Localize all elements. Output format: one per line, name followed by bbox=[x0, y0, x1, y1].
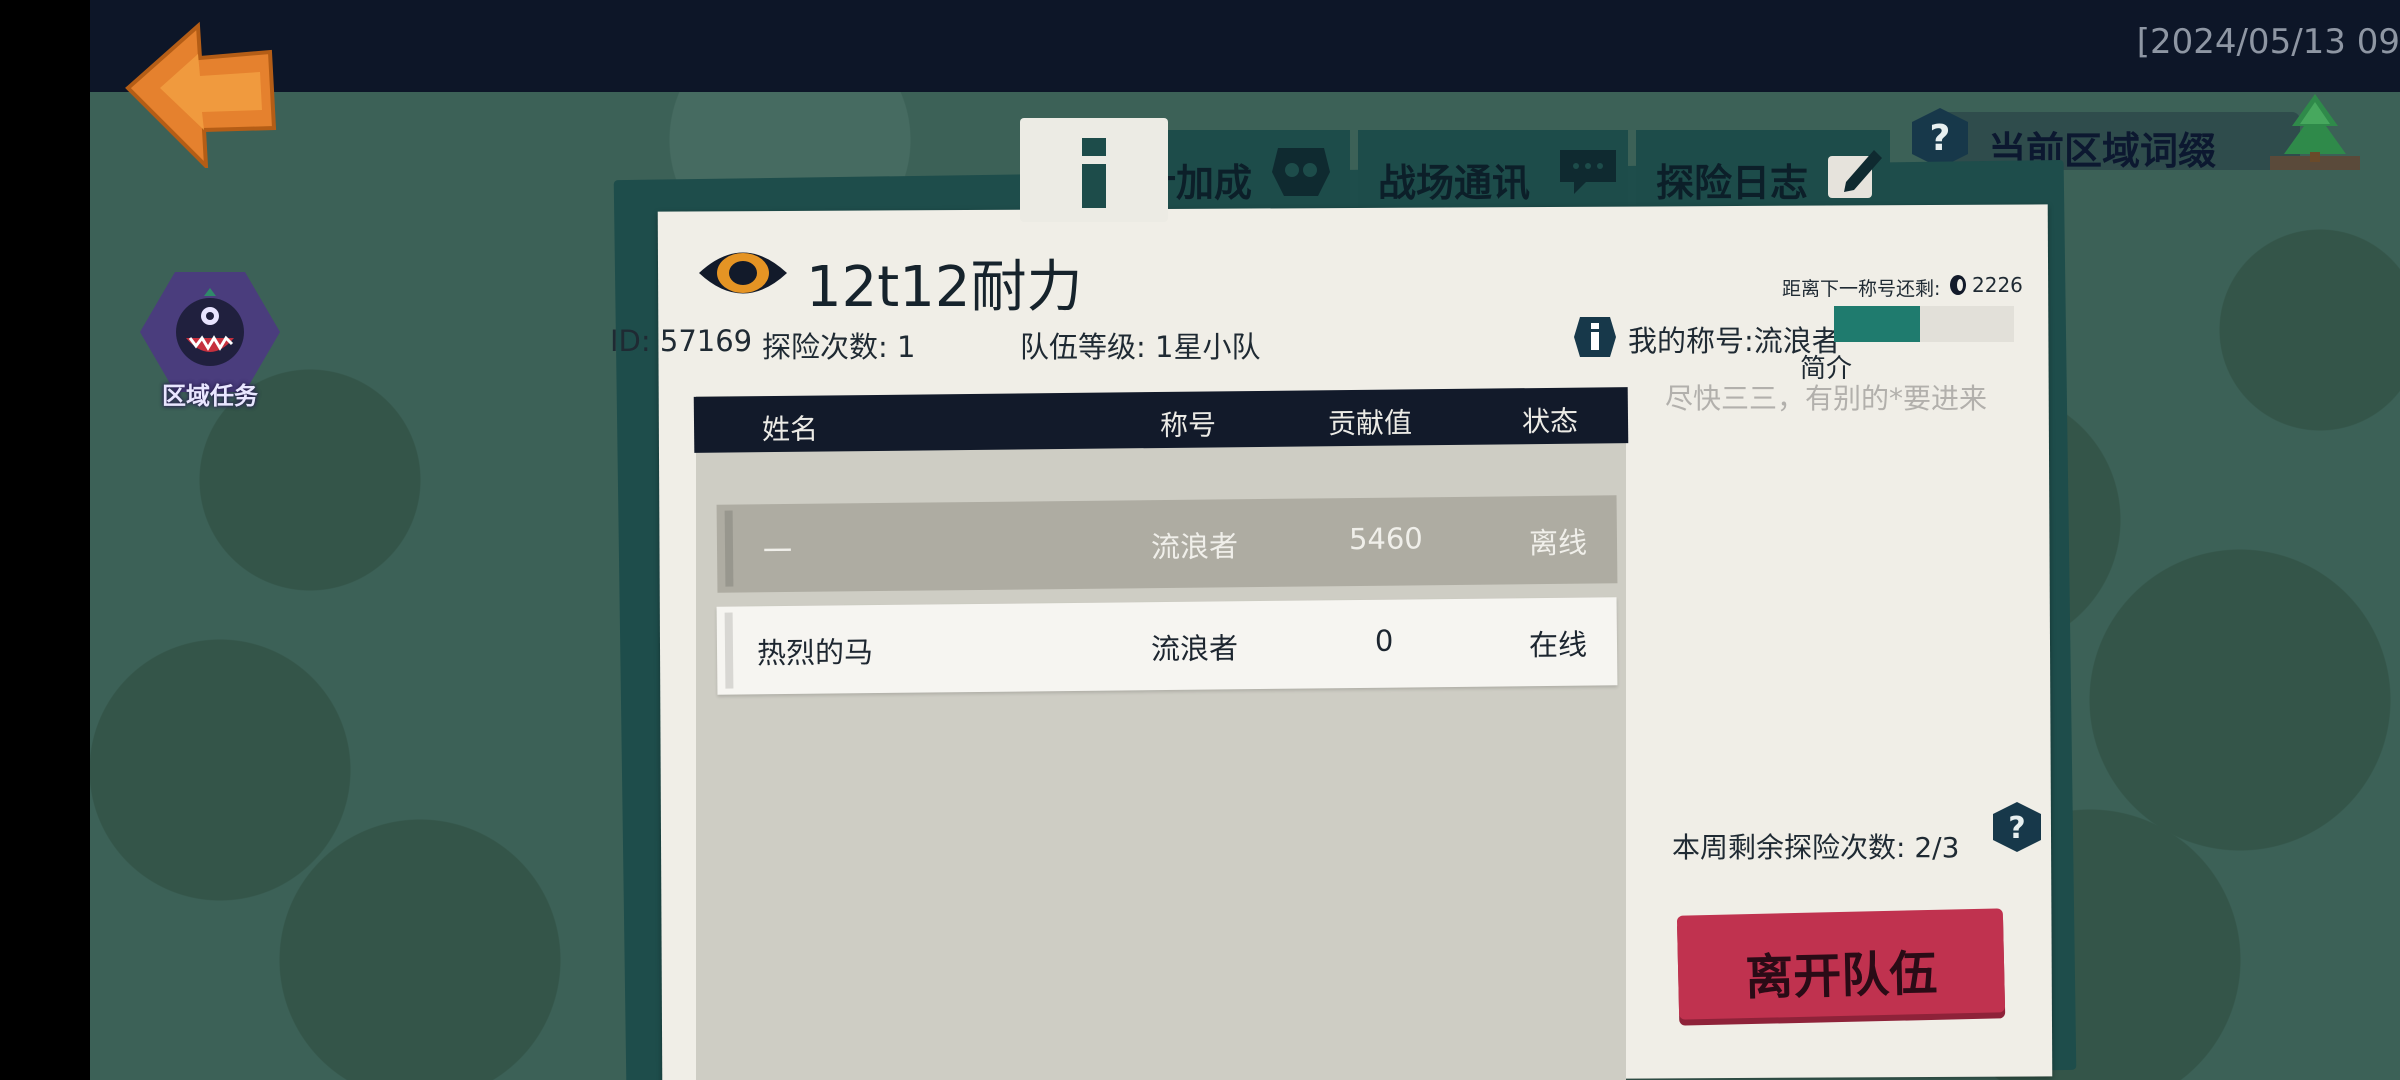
member-title: 流浪者 bbox=[1150, 631, 1239, 667]
tab-battlefield-comms[interactable]: 战场通讯 bbox=[1358, 130, 1628, 210]
header-contribution: 贡献值 bbox=[1327, 406, 1413, 441]
header-status: 状态 bbox=[1521, 404, 1579, 439]
member-name: 一 bbox=[762, 533, 793, 569]
expedition-count: 探险次数: 1 bbox=[762, 330, 916, 364]
team-name: 12t12耐力 bbox=[806, 255, 1083, 320]
game-screen: [2024/05/13 09 区域任务 ? 当前区域词缀 累计加成 战场通讯 探… bbox=[90, 0, 2400, 1080]
question-icon[interactable]: ? bbox=[1990, 800, 2044, 854]
eye-icon bbox=[699, 252, 787, 294]
back-arrow-button[interactable] bbox=[120, 18, 290, 172]
row-marker bbox=[724, 612, 734, 689]
team-level: 队伍等级: 1星小队 bbox=[1020, 330, 1261, 364]
region-task-button[interactable]: 区域任务 bbox=[140, 272, 280, 412]
edit-icon bbox=[1828, 150, 1882, 198]
next-title-label: 距离下一称号还剩: bbox=[1782, 278, 1941, 300]
member-contribution: 0 bbox=[1374, 623, 1394, 658]
title-progress-fill bbox=[1834, 306, 1921, 342]
skull-icon bbox=[1272, 148, 1330, 196]
tree-icon bbox=[2270, 94, 2360, 170]
header-title: 称号 bbox=[1159, 408, 1217, 443]
region-task-label: 区域任务 bbox=[162, 382, 258, 410]
team-id: ID: 57169 bbox=[610, 324, 753, 358]
tab-label: 探险日志 bbox=[1656, 161, 1809, 205]
title-progress-bar bbox=[1834, 306, 2014, 342]
chat-icon bbox=[1560, 150, 1616, 194]
tab-info[interactable] bbox=[1020, 118, 1168, 222]
svg-text:?: ? bbox=[2008, 811, 2025, 846]
next-title-value: 2226 bbox=[1972, 273, 2023, 297]
tab-expedition-log[interactable]: 探险日志 bbox=[1636, 130, 1890, 210]
table-row[interactable]: 热烈的马 流浪者 0 在线 bbox=[716, 597, 1618, 695]
back-arrow-icon bbox=[125, 21, 277, 172]
info-icon bbox=[1082, 138, 1106, 208]
title-info-icon bbox=[1574, 317, 1616, 357]
row-marker bbox=[724, 510, 734, 587]
monster-icon bbox=[176, 288, 244, 366]
intro-text: 尽快三三，有别的*要进来 bbox=[1665, 382, 1988, 415]
top-bar: [2024/05/13 09 bbox=[90, 0, 2400, 92]
leave-team-button[interactable]: 离开队伍 bbox=[1676, 908, 2006, 1020]
member-name: 热烈的马 bbox=[756, 635, 874, 671]
header-name: 姓名 bbox=[761, 412, 819, 447]
datetime: [2024/05/13 09 bbox=[2136, 22, 2400, 62]
svg-text:?: ? bbox=[1930, 118, 1951, 159]
member-status: 在线 bbox=[1528, 627, 1588, 663]
coin-icon bbox=[1950, 275, 1966, 295]
member-contribution: 5460 bbox=[1348, 521, 1423, 557]
tab-label: 战场通讯 bbox=[1378, 161, 1531, 205]
leave-team-label: 离开队伍 bbox=[1744, 945, 1938, 1007]
table-row[interactable]: 一 流浪者 5460 离线 bbox=[716, 495, 1618, 593]
table-header: 姓名 称号 贡献值 状态 bbox=[693, 387, 1629, 453]
member-status: 离线 bbox=[1528, 525, 1588, 561]
member-title: 流浪者 bbox=[1150, 529, 1239, 565]
weekly-remaining: 本周剩余探险次数: 2/3 bbox=[1672, 831, 1960, 864]
